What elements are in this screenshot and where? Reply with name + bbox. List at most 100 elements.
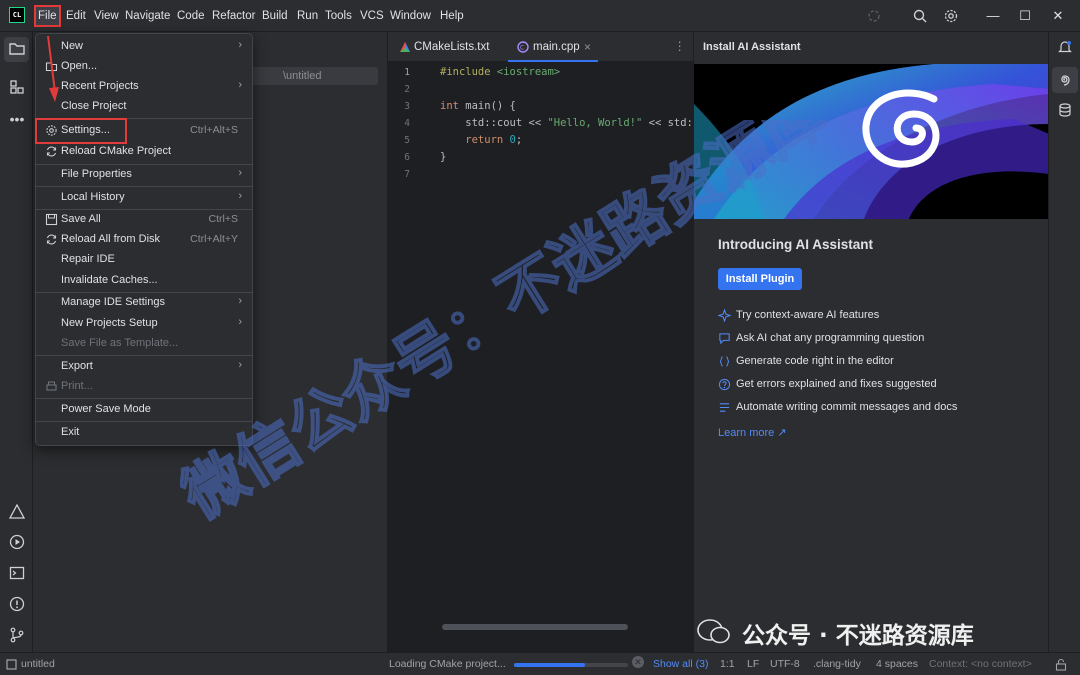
- status-line-separator[interactable]: LF: [747, 658, 759, 670]
- search-icon[interactable]: [912, 8, 928, 24]
- menu-item-label: Reload CMake Project: [61, 145, 172, 157]
- menu-separator: [36, 421, 252, 422]
- menu-item-new-projects-setup[interactable]: New Projects Setup ›: [36, 314, 252, 334]
- menu-item-new[interactable]: New ›: [36, 37, 252, 57]
- menu-help[interactable]: Help: [438, 7, 466, 25]
- menu-vcs[interactable]: VCS: [358, 7, 386, 25]
- structure-icon[interactable]: [7, 77, 27, 97]
- cmake-icon[interactable]: [7, 502, 27, 522]
- line-number: 2: [404, 84, 410, 95]
- menu-item-recent-projects[interactable]: Recent Projects ›: [36, 77, 252, 97]
- menu-separator: [36, 398, 252, 399]
- menu-item-label: Manage IDE Settings: [61, 296, 165, 308]
- menu-navigate[interactable]: Navigate: [123, 7, 172, 25]
- menu-item-invalidate-caches[interactable]: Invalidate Caches...: [36, 271, 252, 291]
- menu-item-label: Reload All from Disk: [61, 233, 161, 245]
- folder-icon[interactable]: [7, 39, 27, 59]
- run-services-icon[interactable]: [7, 532, 27, 552]
- code-token: #include: [440, 66, 491, 78]
- menu-item-reload-all[interactable]: Reload All from Disk Ctrl+Alt+Y: [36, 230, 252, 250]
- maximize-icon[interactable]: ☐: [1017, 8, 1033, 24]
- minimize-icon[interactable]: —: [985, 8, 1001, 24]
- chevron-right-icon: ›: [238, 39, 242, 51]
- ai-assistant-icon[interactable]: [1057, 72, 1073, 88]
- menu-item-power-save-mode[interactable]: Power Save Mode: [36, 400, 252, 420]
- tabs-more-icon[interactable]: ⋮: [674, 32, 686, 62]
- lock-icon[interactable]: [1055, 658, 1067, 671]
- code-token: main() {: [458, 100, 516, 112]
- status-project-name[interactable]: untitled: [21, 658, 55, 670]
- menu-build[interactable]: Build: [260, 7, 290, 25]
- menu-edit[interactable]: Edit: [64, 7, 88, 25]
- install-plugin-button[interactable]: Install Plugin: [718, 268, 802, 290]
- menu-code[interactable]: Code: [175, 7, 207, 25]
- status-clang-tidy[interactable]: .clang-tidy: [813, 658, 861, 670]
- cancel-loading-icon[interactable]: ✕: [632, 656, 644, 668]
- code-token: std::cout <<: [440, 117, 548, 129]
- gear-icon[interactable]: [943, 8, 959, 24]
- learn-more-link[interactable]: Learn more ↗: [718, 426, 787, 439]
- title-bar: CL File Edit View Navigate Code Refactor…: [0, 0, 1080, 32]
- menu-item-save-all[interactable]: Save All Ctrl+S: [36, 210, 252, 230]
- question-icon: [718, 378, 731, 391]
- horizontal-scrollbar[interactable]: [442, 624, 628, 630]
- menu-item-manage-ide-settings[interactable]: Manage IDE Settings ›: [36, 293, 252, 313]
- notifications-icon[interactable]: [1057, 39, 1073, 55]
- project-root-row[interactable]: \untitled: [251, 67, 378, 85]
- line-number: 3: [404, 101, 410, 112]
- terminal-icon[interactable]: [7, 563, 27, 583]
- code-line: int main() {: [440, 100, 516, 112]
- tab-close-icon[interactable]: ×: [584, 32, 591, 62]
- status-context[interactable]: Context: <no context>: [929, 658, 1032, 670]
- menu-item-repair-ide[interactable]: Repair IDE: [36, 250, 252, 270]
- show-all-link[interactable]: Show all (3): [653, 658, 708, 670]
- menu-tools[interactable]: Tools: [323, 7, 354, 25]
- tab-main-cpp[interactable]: main.cpp: [533, 32, 580, 62]
- chat-icon: [719, 333, 730, 345]
- tab-cmakelists[interactable]: CMakeLists.txt: [414, 32, 489, 62]
- menu-item-label: File Properties: [61, 168, 132, 180]
- menu-view[interactable]: View: [92, 7, 121, 25]
- menu-item-label: Close Project: [61, 100, 127, 112]
- code-token: }: [440, 151, 447, 163]
- menu-refactor[interactable]: Refactor: [210, 7, 257, 25]
- left-tool-strip: •••: [0, 32, 33, 652]
- line-number: 4: [404, 118, 410, 129]
- sparkle-icon: [718, 309, 731, 322]
- close-window-icon[interactable]: ✕: [1050, 8, 1066, 24]
- database-icon[interactable]: [1057, 102, 1073, 118]
- menu-item-file-properties[interactable]: File Properties ›: [36, 165, 252, 185]
- menu-item-exit[interactable]: Exit: [36, 423, 252, 443]
- menu-item-open[interactable]: Open...: [36, 57, 252, 77]
- more-tools-icon[interactable]: •••: [7, 109, 27, 129]
- status-indent[interactable]: 4 spaces: [876, 658, 918, 670]
- problems-icon[interactable]: [7, 594, 27, 614]
- menu-item-label: Save File as Template...: [61, 337, 179, 349]
- wechat-icon: [697, 619, 730, 644]
- status-encoding[interactable]: UTF-8: [770, 658, 800, 670]
- code-line: #include <iostream>: [440, 66, 560, 78]
- menu-file[interactable]: File: [34, 5, 61, 27]
- menu-item-local-history[interactable]: Local History ›: [36, 188, 252, 208]
- menu-window[interactable]: Window: [388, 7, 433, 25]
- file-menu-dropdown: New › Open... Recent Projects › Close Proj…: [35, 33, 253, 446]
- code-editor[interactable]: #include <iostream> int main() { std::co…: [438, 62, 693, 652]
- code-token: "Hello, World!": [547, 117, 643, 129]
- menu-item-export[interactable]: Export ›: [36, 357, 252, 377]
- menu-item-reload-cmake[interactable]: Reload CMake Project: [36, 142, 252, 162]
- status-caret-position[interactable]: 1:1: [720, 658, 735, 670]
- chevron-right-icon: ›: [238, 190, 242, 202]
- loading-progress-fill: [514, 663, 585, 667]
- menu-item-save-as-template: Save File as Template...: [36, 334, 252, 354]
- ai-assistant-panel: Install AI Assistant Introducing AI Assi…: [693, 32, 1049, 652]
- feature-text: Automate writing commit messages and doc…: [736, 401, 958, 413]
- menu-item-close-project[interactable]: Close Project: [36, 97, 252, 117]
- git-icon[interactable]: [7, 625, 27, 645]
- code-braces-icon: [719, 356, 730, 367]
- menu-run[interactable]: Run: [295, 7, 320, 25]
- editor-tab-bar: CMakeLists.txt C main.cpp × ⋮: [388, 32, 693, 62]
- ai-assistant-banner-image: [694, 64, 1049, 219]
- folder-icon: [45, 62, 58, 72]
- line-number: 6: [404, 152, 410, 163]
- code-token: return: [440, 134, 504, 146]
